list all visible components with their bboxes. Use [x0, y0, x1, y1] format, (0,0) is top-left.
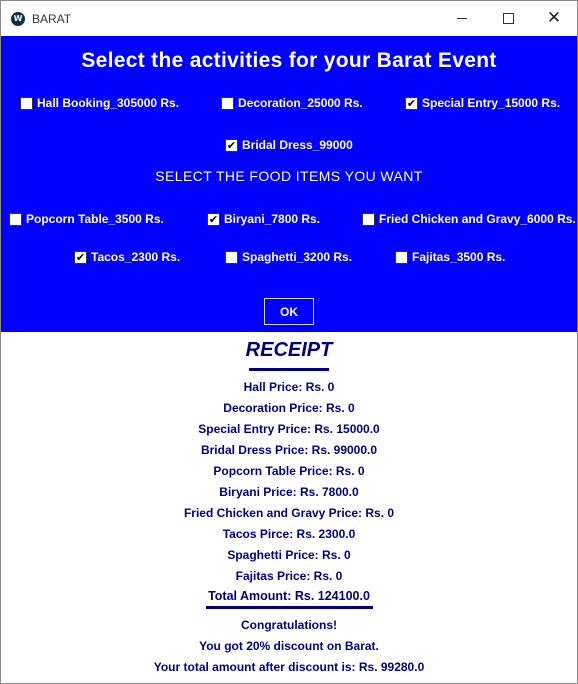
checkbox-box[interactable]: ✔: [225, 138, 238, 152]
discounted-total: Your total amount after discount is: Rs.…: [153, 660, 425, 674]
receipt-line: Biryani Price: Rs. 7800.0: [219, 485, 359, 499]
app-window: W BARAT ✕ Select the activities for your…: [0, 0, 578, 684]
checkbox-label: Hall Booking_305000 Rs.: [37, 96, 180, 110]
minimize-icon: [457, 18, 467, 19]
checkbox-box[interactable]: [20, 96, 33, 110]
total-divider: [206, 606, 373, 609]
receipt-line: Decoration Price: Rs. 0: [223, 401, 355, 415]
title-bar[interactable]: W BARAT ✕: [1, 1, 577, 36]
receipt-line: Tacos Pirce: Rs. 2300.0: [222, 527, 356, 541]
receipt-line: Popcorn Table Price: Rs. 0: [213, 464, 365, 478]
checkbox-bridal-dress[interactable]: ✔ Bridal Dress_99000: [225, 138, 353, 152]
checkbox-label: Spaghetti_3200 Rs.: [242, 250, 353, 264]
checkbox-box[interactable]: ✔: [405, 96, 418, 110]
checkbox-popcorn-table[interactable]: Popcorn Table_3500 Rs.: [9, 212, 164, 226]
page-title: Select the activities for your Barat Eve…: [81, 49, 497, 72]
checkbox-box[interactable]: [362, 212, 375, 226]
minimize-button[interactable]: [439, 1, 485, 36]
discount-text: You got 20% discount on Barat.: [199, 639, 379, 653]
checkbox-label: Bridal Dress_99000: [242, 138, 353, 152]
receipt-line: Fajitas Price: Rs. 0: [235, 569, 343, 583]
checkbox-label: Fajitas_3500 Rs.: [412, 250, 506, 264]
checkbox-label: Popcorn Table_3500 Rs.: [26, 212, 164, 226]
receipt-line: Hall Price: Rs. 0: [243, 380, 335, 394]
receipt-line: Special Entry Price: Rs. 15000.0: [198, 422, 380, 436]
checkbox-box[interactable]: [221, 96, 234, 110]
checkbox-fajitas[interactable]: Fajitas_3500 Rs.: [395, 250, 505, 264]
window-title: BARAT: [32, 12, 72, 26]
checkbox-label: Special Entry_15000 Rs.: [422, 96, 561, 110]
congratulations-text: Congratulations!: [241, 618, 337, 632]
maximize-icon: [502, 13, 514, 24]
checkbox-biryani[interactable]: ✔ Biryani_7800 Rs.: [207, 212, 320, 226]
checkbox-tacos[interactable]: ✔ Tacos_2300 Rs.: [74, 250, 180, 264]
selection-panel: Select the activities for your Barat Eve…: [1, 36, 577, 332]
receipt-line: Fried Chicken and Gravy Price: Rs. 0: [183, 506, 395, 520]
food-section-title: SELECT THE FOOD ITEMS YOU WANT: [155, 168, 423, 184]
checkbox-label: Biryani_7800 Rs.: [224, 212, 321, 226]
checkbox-box[interactable]: [9, 212, 22, 226]
checkbox-hall-booking[interactable]: Hall Booking_305000 Rs.: [20, 96, 179, 110]
checkbox-label: Tacos_2300 Rs.: [91, 250, 181, 264]
close-icon: ✕: [546, 8, 562, 28]
checkbox-special-entry[interactable]: ✔ Special Entry_15000 Rs.: [405, 96, 560, 110]
checkbox-box[interactable]: [395, 250, 408, 264]
close-button[interactable]: ✕: [531, 1, 577, 36]
receipt-line: Bridal Dress Price: Rs. 99000.0: [200, 443, 378, 457]
checkbox-box[interactable]: [225, 250, 238, 264]
receipt-line: Spaghetti Price: Rs. 0: [227, 548, 351, 562]
checkbox-spaghetti[interactable]: Spaghetti_3200 Rs.: [225, 250, 352, 264]
total-amount: Total Amount: Rs. 124100.0: [208, 589, 370, 603]
checkbox-label: Fried Chicken and Gravy_6000 Rs.: [379, 212, 576, 226]
checkbox-decoration[interactable]: Decoration_25000 Rs.: [221, 96, 363, 110]
checkbox-box[interactable]: ✔: [74, 250, 87, 264]
checkbox-box[interactable]: ✔: [207, 212, 220, 226]
checkbox-label: Decoration_25000 Rs.: [238, 96, 363, 110]
app-icon: W: [11, 12, 25, 26]
maximize-button[interactable]: [485, 1, 531, 36]
ok-button[interactable]: OK: [264, 298, 314, 325]
receipt-title: RECEIPT: [245, 339, 333, 361]
checkbox-fried-chicken[interactable]: Fried Chicken and Gravy_6000 Rs.: [362, 212, 576, 226]
receipt-title-divider: [249, 368, 329, 371]
